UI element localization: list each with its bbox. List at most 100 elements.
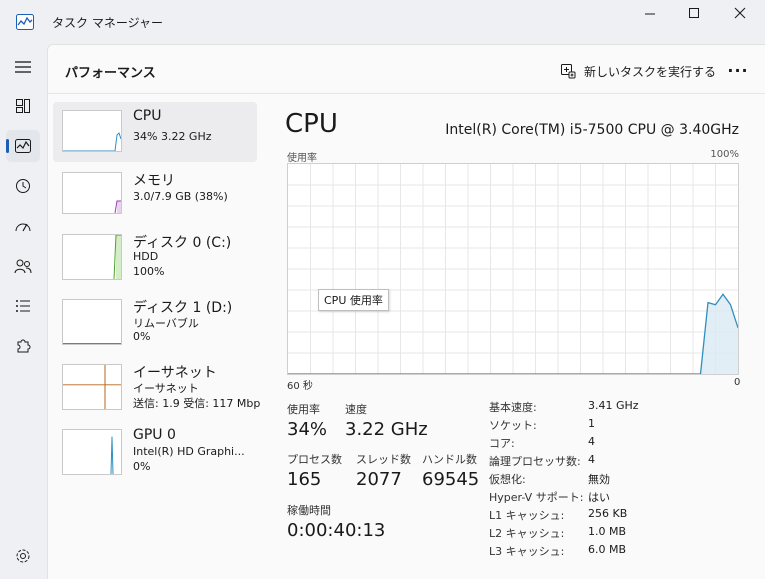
more-options-button[interactable]: ··· — [726, 61, 750, 81]
startup-speedometer-icon — [15, 223, 31, 232]
maximize-button[interactable] — [680, 4, 708, 24]
spec-key: 仮想化: — [489, 473, 526, 486]
memory-thumbnail-graph — [114, 200, 121, 213]
device-subtext: 34% 3.22 GHz — [133, 130, 212, 143]
performance-icon — [15, 139, 31, 153]
ethernet-thumbnail-graph — [63, 365, 121, 409]
spec-value: 3.41 GHz — [588, 399, 639, 412]
spec-value: 4 — [588, 453, 595, 466]
device-item-memory[interactable]: メモリ 3.0/7.9 GB (38%) — [53, 164, 257, 224]
thumb-line — [110, 436, 114, 474]
nav-performance-button[interactable] — [6, 130, 40, 162]
gpu-thumbnail-graph — [110, 436, 114, 474]
maximize-icon — [689, 8, 699, 18]
nav-menu-button[interactable] — [6, 51, 40, 83]
spec-value: 無効 — [588, 473, 610, 486]
cpu-usage-chart — [287, 164, 739, 375]
close-button[interactable] — [726, 4, 754, 24]
uptime-label: 稼働時間 — [287, 504, 331, 517]
spec-value: 1.0 MB — [588, 525, 627, 538]
device-subtext: 3.0/7.9 GB (38%) — [133, 190, 228, 203]
page-title: パフォーマンス — [65, 66, 156, 81]
device-name: GPU 0 — [133, 427, 176, 443]
nav-details-button[interactable] — [6, 290, 40, 322]
graph-tooltip: CPU 使用率 — [318, 289, 389, 311]
header-bar: パフォーマンス 新しいタスクを実行する ··· — [48, 45, 765, 94]
spec-key: L1 キャッシュ: — [489, 509, 565, 522]
device-thumbnail — [62, 299, 122, 345]
device-item-disk-0[interactable]: ディスク 0 (C:) HDD 100% — [53, 226, 257, 286]
minimize-icon — [645, 13, 655, 15]
title-bar: タスク マネージャー — [0, 0, 765, 44]
device-subtext: Intel(R) HD Graphi... — [133, 445, 245, 458]
app-history-icon — [16, 179, 30, 193]
disk0-thumbnail-graph — [113, 235, 121, 279]
processes-icon — [16, 99, 30, 113]
cpu-thumbnail-graph — [63, 132, 121, 151]
speed-value: 3.22 GHz — [345, 419, 428, 440]
cpu-usage-graph — [287, 163, 739, 375]
run-new-task-label: 新しいタスクを実行する — [584, 64, 717, 79]
usage-label: 使用率 — [287, 403, 320, 416]
x-axis-left-label: 60 秒 — [287, 381, 313, 392]
minimize-button[interactable] — [636, 4, 664, 24]
graph-label-left: 使用率 — [287, 153, 317, 164]
spec-key: コア: — [489, 437, 515, 450]
nav-processes-button[interactable] — [6, 90, 40, 122]
device-subtext-2: 100% — [133, 265, 165, 278]
active-indicator — [6, 139, 9, 153]
nav-services-button[interactable] — [6, 330, 40, 362]
device-thumbnail — [62, 429, 122, 475]
spec-value: 256 KB — [588, 507, 628, 520]
detail-title: CPU — [285, 109, 338, 139]
spec-key: L3 キャッシュ: — [489, 545, 565, 558]
device-subtext-2: 0% — [133, 330, 151, 343]
device-name: イーサネット — [133, 365, 217, 381]
spec-key: Hyper-V サポート: — [489, 491, 584, 504]
close-icon — [734, 7, 746, 19]
device-subtext: HDD — [133, 250, 159, 263]
thumb-line — [63, 132, 121, 151]
device-subtext: リムーバブル — [133, 317, 199, 330]
usage-value: 34% — [287, 419, 328, 440]
main-panel: パフォーマンス 新しいタスクを実行する ··· CPU 34% 3.22 GHz… — [47, 44, 765, 579]
details-list-icon — [16, 300, 30, 312]
task-manager-app-icon — [16, 14, 34, 30]
graph-label-right: 100% — [710, 149, 739, 160]
window-title: タスク マネージャー — [52, 16, 163, 30]
spec-value: はい — [588, 491, 610, 504]
nav-app-history-button[interactable] — [6, 170, 40, 202]
nav-users-button[interactable] — [6, 250, 40, 282]
nav-settings-button[interactable] — [6, 540, 40, 572]
handles-label: ハンドル数 — [422, 453, 477, 466]
spec-key: L2 キャッシュ: — [489, 527, 565, 540]
processes-value: 165 — [287, 469, 322, 490]
nav-startup-button[interactable] — [6, 210, 40, 242]
spec-value: 4 — [588, 435, 595, 448]
spec-value: 1 — [588, 417, 595, 430]
device-item-cpu[interactable]: CPU 34% 3.22 GHz — [53, 102, 257, 162]
services-puzzle-icon — [17, 339, 31, 353]
uptime-value: 0:00:40:13 — [287, 520, 386, 541]
hamburger-menu-icon — [15, 61, 31, 73]
threads-label: スレッド数 — [356, 453, 411, 466]
users-icon — [14, 259, 32, 274]
speed-label: 速度 — [345, 403, 367, 416]
device-subtext-2: 0% — [133, 460, 151, 473]
spec-key: ソケット: — [489, 419, 537, 432]
device-thumbnail — [62, 364, 122, 410]
x-axis-right-label: 0 — [734, 377, 741, 388]
device-item-ethernet[interactable]: イーサネット イーサネット 送信: 1.9 受信: 117 Mbp — [53, 356, 261, 416]
device-thumbnail — [62, 110, 122, 152]
device-item-disk-1[interactable]: ディスク 1 (D:) リムーバブル 0% — [53, 291, 257, 351]
spec-value: 6.0 MB — [588, 543, 627, 556]
device-thumbnail — [62, 234, 122, 280]
handles-value: 69545 — [422, 469, 480, 490]
disk1-thumbnail-graph — [63, 343, 121, 344]
device-name: メモリ — [133, 173, 175, 189]
threads-value: 2077 — [356, 469, 402, 490]
run-new-task-button[interactable]: 新しいタスクを実行する — [560, 59, 716, 83]
device-subtext-2: 送信: 1.9 受信: 117 Mbp — [133, 397, 261, 410]
device-item-gpu-0[interactable]: GPU 0 Intel(R) HD Graphi... 0% — [53, 421, 257, 481]
spec-key: 基本速度: — [489, 401, 537, 414]
